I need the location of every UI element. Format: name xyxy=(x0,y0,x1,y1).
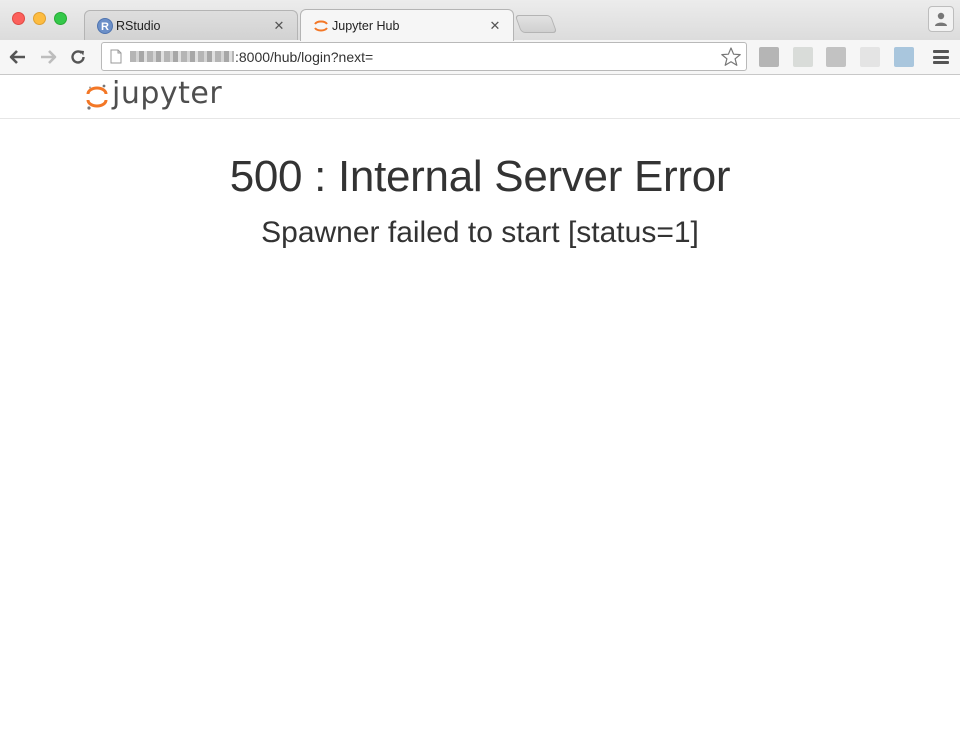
reload-icon xyxy=(71,50,85,64)
hamburger-menu-icon[interactable] xyxy=(931,48,951,66)
tab-title: Jupyter Hub xyxy=(332,18,400,33)
extension-icon[interactable] xyxy=(793,47,813,67)
browser-titlebar: R RStudio ✕ Jupyter Hub ✕ xyxy=(0,0,960,41)
jupyter-logo[interactable]: jupyter xyxy=(86,79,222,115)
extension-icon[interactable] xyxy=(759,47,779,67)
jupyter-logo-icon xyxy=(86,84,108,110)
browser-toolbar: :8000/hub/login?next= xyxy=(0,40,960,75)
zoom-window-button[interactable] xyxy=(54,12,67,25)
tab-title: RStudio xyxy=(116,18,161,33)
profile-button[interactable] xyxy=(928,6,954,32)
forward-button[interactable] xyxy=(37,46,59,68)
error-title: 500 : Internal Server Error xyxy=(229,152,731,201)
address-bar[interactable]: :8000/hub/login?next= xyxy=(101,42,747,71)
minimize-window-button[interactable] xyxy=(33,12,46,25)
page-icon xyxy=(110,49,122,64)
arrow-left-icon xyxy=(9,50,25,64)
reload-button[interactable] xyxy=(67,46,89,68)
error-message: Spawner failed to start [status=1] xyxy=(261,216,699,249)
url-text: :8000/hub/login?next= xyxy=(235,48,374,65)
back-button[interactable] xyxy=(7,46,29,68)
close-window-button[interactable] xyxy=(12,12,25,25)
tab-jupyter-hub[interactable]: Jupyter Hub ✕ xyxy=(300,9,514,41)
close-tab-icon[interactable]: ✕ xyxy=(271,18,287,34)
rstudio-icon: R xyxy=(97,17,113,34)
tab-rstudio[interactable]: R RStudio ✕ xyxy=(84,10,298,40)
arrow-right-icon xyxy=(41,50,57,64)
url-host-redacted xyxy=(130,51,234,62)
new-tab-button[interactable] xyxy=(514,15,558,33)
extension-icon[interactable] xyxy=(826,47,846,67)
extension-icon[interactable] xyxy=(860,47,880,67)
jupyter-wordmark: jupyter xyxy=(112,76,223,111)
person-icon xyxy=(935,12,947,26)
bookmark-star-icon[interactable] xyxy=(720,46,742,68)
close-tab-icon[interactable]: ✕ xyxy=(487,18,503,34)
jupyter-icon xyxy=(314,20,328,31)
page-header: jupyter xyxy=(0,75,960,119)
extension-icon[interactable] xyxy=(894,47,914,67)
